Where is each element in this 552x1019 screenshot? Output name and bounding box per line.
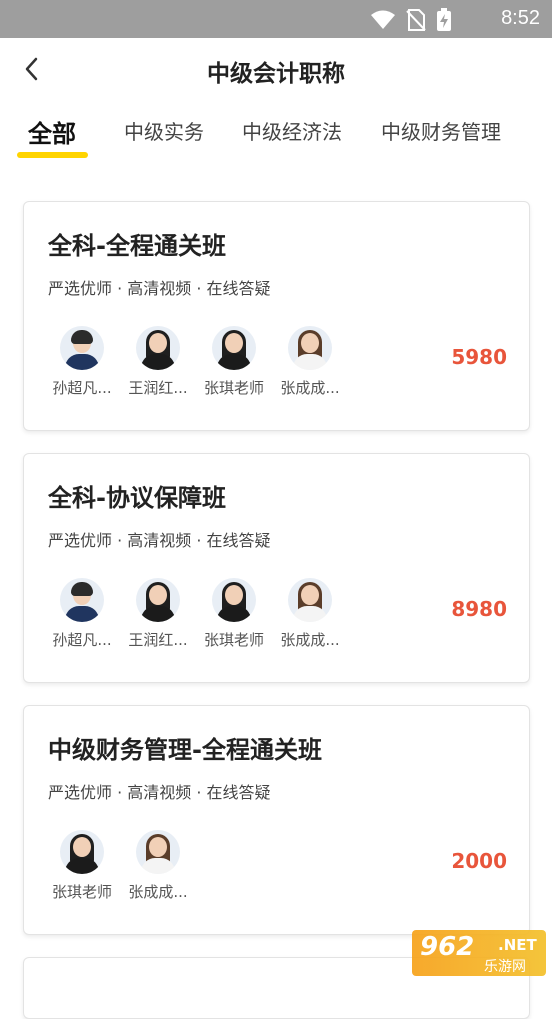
course-features: 严选优师 · 高清视频 · 在线答疑 bbox=[48, 279, 271, 298]
watermark-number: 962 bbox=[420, 932, 475, 962]
teacher-item: 张琪老师 bbox=[196, 578, 272, 650]
status-bar: 8:52 bbox=[0, 0, 552, 38]
teacher-name: 张成成... bbox=[280, 631, 340, 649]
teacher-item: 张琪老师 bbox=[44, 830, 120, 902]
site-watermark-logo: 962 .NET 乐游网 bbox=[412, 930, 546, 976]
teacher-name: 张琪老师 bbox=[51, 883, 112, 901]
teacher-item: 王润红... bbox=[120, 578, 196, 650]
watermark-site: 乐游网 bbox=[484, 959, 526, 975]
course-features: 严选优师 · 高清视频 · 在线答疑 bbox=[48, 783, 271, 802]
teacher-item: 孙超凡... bbox=[44, 578, 120, 650]
watermark-suffix: .NET bbox=[498, 936, 537, 954]
no-sim-icon bbox=[406, 9, 426, 31]
teacher-item: 王润红... bbox=[120, 326, 196, 398]
active-tab-indicator bbox=[17, 152, 88, 158]
teacher-avatar bbox=[136, 326, 180, 370]
teacher-name: 张琪老师 bbox=[203, 631, 264, 649]
teacher-avatar bbox=[212, 578, 256, 622]
tab-all[interactable]: 全部 bbox=[28, 114, 76, 149]
category-tabs: 全部 中级实务 中级经济法 中级财务管理 bbox=[0, 108, 552, 160]
teacher-name: 张琪老师 bbox=[203, 379, 264, 397]
teacher-name: 王润红... bbox=[128, 379, 188, 397]
teacher-avatar bbox=[136, 578, 180, 622]
teacher-item: 张成成... bbox=[120, 830, 196, 902]
course-title: 中级财务管理-全程通关班 bbox=[48, 736, 322, 764]
status-icons bbox=[370, 8, 452, 32]
teacher-item: 张成成... bbox=[272, 578, 348, 650]
teacher-item: 孙超凡... bbox=[44, 326, 120, 398]
status-time: 8:52 bbox=[501, 7, 540, 29]
teacher-name: 张成成... bbox=[128, 883, 188, 901]
teacher-item: 张成成... bbox=[272, 326, 348, 398]
teacher-item: 张琪老师 bbox=[196, 326, 272, 398]
teacher-name: 孙超凡... bbox=[52, 379, 112, 397]
teacher-avatar bbox=[212, 326, 256, 370]
teacher-avatar bbox=[60, 830, 104, 874]
teacher-avatar bbox=[288, 326, 332, 370]
teacher-name: 孙超凡... bbox=[52, 631, 112, 649]
battery-charging-icon bbox=[437, 8, 451, 31]
nav-bar: 中级会计职称 bbox=[0, 38, 552, 102]
course-card[interactable]: 全科-全程通关班 严选优师 · 高清视频 · 在线答疑 孙超凡... 王润红..… bbox=[23, 201, 530, 431]
course-features: 严选优师 · 高清视频 · 在线答疑 bbox=[48, 531, 271, 550]
teacher-name: 王润红... bbox=[128, 631, 188, 649]
tab-intermediate-practice[interactable]: 中级实务 bbox=[124, 116, 204, 145]
course-title: 全科-协议保障班 bbox=[48, 484, 226, 512]
course-price: 5980 bbox=[451, 345, 507, 369]
page-title: 中级会计职称 bbox=[207, 61, 345, 87]
course-price: 8980 bbox=[451, 597, 507, 621]
teacher-name: 张成成... bbox=[280, 379, 340, 397]
course-title: 全科-全程通关班 bbox=[48, 232, 226, 260]
teacher-avatar bbox=[60, 326, 104, 370]
wifi-icon bbox=[371, 10, 395, 29]
course-price: 2000 bbox=[451, 849, 507, 873]
teacher-avatar bbox=[136, 830, 180, 874]
teacher-avatar bbox=[288, 578, 332, 622]
teacher-avatar bbox=[60, 578, 104, 622]
course-card[interactable]: 全科-协议保障班 严选优师 · 高清视频 · 在线答疑 孙超凡... 王润红..… bbox=[23, 453, 530, 683]
course-card[interactable]: 中级财务管理-全程通关班 严选优师 · 高清视频 · 在线答疑 张琪老师 张成成… bbox=[23, 705, 530, 935]
tab-financial-management[interactable]: 中级财务管理 bbox=[381, 116, 501, 145]
tab-economic-law[interactable]: 中级经济法 bbox=[242, 116, 342, 145]
